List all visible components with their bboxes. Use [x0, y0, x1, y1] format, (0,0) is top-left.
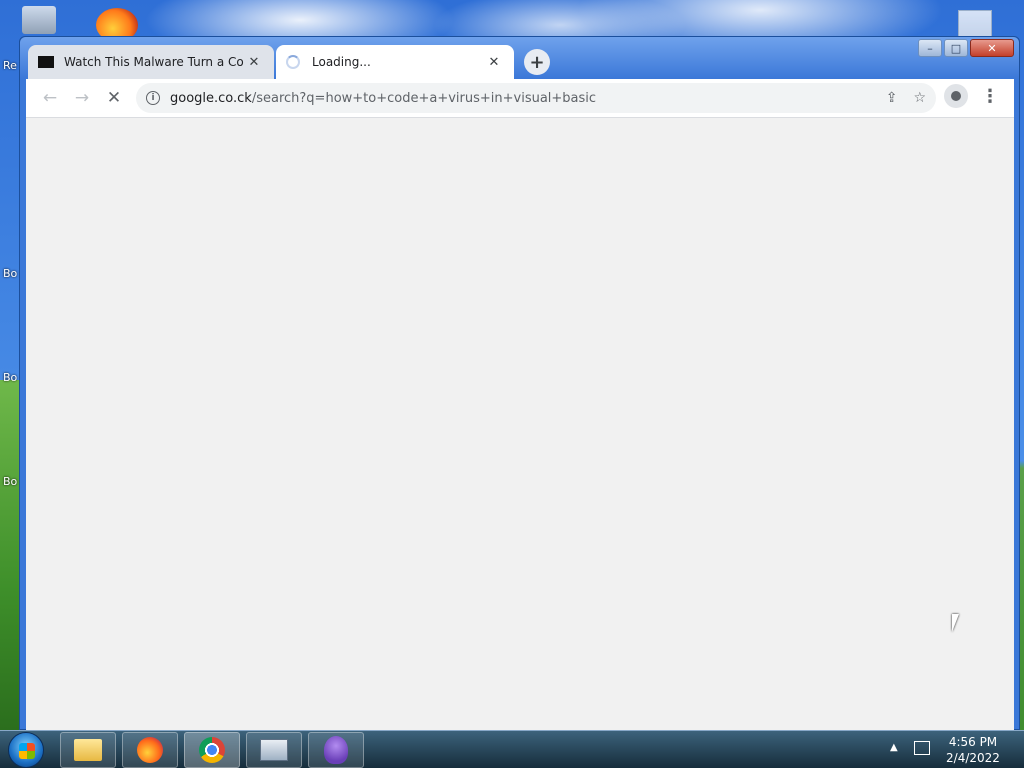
loading-spinner-icon [286, 55, 300, 69]
taskbar-firefox[interactable] [122, 732, 178, 768]
clock-time: 4:56 PM [948, 735, 998, 749]
bonzi-buddy-icon [324, 736, 348, 764]
new-tab-button[interactable]: + [524, 49, 550, 75]
tab-close-icon[interactable]: ✕ [484, 52, 504, 72]
minimize-button[interactable]: – [918, 39, 942, 57]
share-icon[interactable]: ⇪ [886, 90, 898, 106]
maximize-button[interactable]: □ [944, 39, 968, 57]
system-monitor-icon [260, 739, 288, 761]
profile-avatar-icon[interactable] [944, 84, 968, 108]
start-button[interactable] [8, 732, 44, 768]
file-explorer-icon [74, 739, 102, 761]
mouse-cursor-icon [952, 614, 966, 632]
desktop-label: Bo [3, 371, 18, 384]
tab-strip: Watch This Malware Turn a Comp ✕ Loading… [20, 37, 1019, 79]
forward-arrow-icon[interactable]: → [68, 84, 96, 112]
system-clock[interactable]: 4:56 PM 2/4/2022 [940, 734, 1006, 766]
address-bar[interactable]: i google.co.ck/search?q=how+to+code+a+vi… [136, 83, 936, 113]
desktop-label: Bo [3, 475, 18, 488]
chrome-icon [199, 737, 225, 763]
windows-logo-icon [19, 743, 35, 759]
clock-date: 2/4/2022 [946, 751, 1000, 765]
tab-malware-video[interactable]: Watch This Malware Turn a Comp ✕ [28, 45, 274, 79]
page-content-area [26, 117, 1014, 730]
back-arrow-icon[interactable]: ← [36, 84, 64, 112]
show-hidden-icons-icon[interactable]: ▲ [890, 742, 898, 753]
taskbar-bonzi-buddy[interactable] [308, 732, 364, 768]
site-info-icon[interactable]: i [146, 91, 160, 105]
tab-title: Watch This Malware Turn a Comp [64, 55, 244, 69]
desktop-label: Bo [3, 267, 18, 280]
bookmark-star-icon[interactable]: ☆ [913, 90, 926, 106]
taskbar-chrome[interactable] [184, 732, 240, 768]
network-icon[interactable] [914, 741, 930, 755]
firefox-icon [137, 737, 163, 763]
taskbar-system-monitor[interactable] [246, 732, 302, 768]
close-window-button[interactable]: ✕ [970, 39, 1014, 57]
browser-menu-icon[interactable]: ⋮ [980, 84, 1000, 108]
url-domain: google.co.ck [170, 90, 252, 106]
address-url[interactable]: google.co.ck/search?q=how+to+code+a+viru… [170, 91, 596, 106]
recycle-bin-icon[interactable] [22, 6, 56, 34]
desktop-label: Re [3, 59, 17, 72]
taskbar: ▲ 4:56 PM 2/4/2022 [0, 730, 1024, 768]
url-path: /search?q=how+to+code+a+virus+in+visual+… [251, 90, 597, 106]
browser-window: Watch This Malware Turn a Comp ✕ Loading… [19, 36, 1020, 730]
stop-loading-icon[interactable]: ✕ [100, 84, 128, 112]
taskbar-file-explorer[interactable] [60, 732, 116, 768]
site-favicon-icon [38, 56, 54, 68]
tab-close-icon[interactable]: ✕ [244, 52, 264, 72]
browser-toolbar: ← → ✕ i google.co.ck/search?q=how+to+cod… [26, 79, 1014, 117]
tab-loading[interactable]: Loading... ✕ [276, 45, 514, 79]
tab-title: Loading... [312, 55, 371, 69]
